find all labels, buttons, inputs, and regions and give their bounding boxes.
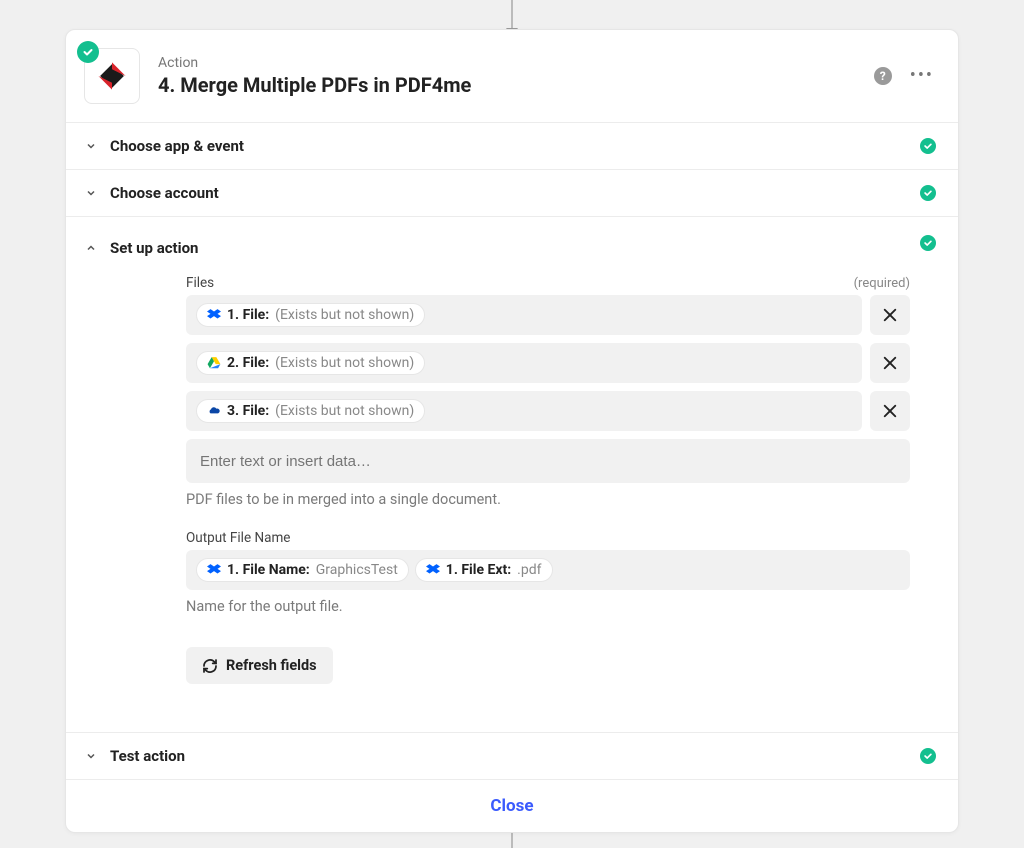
pill-value: (Exists but not shown) (275, 355, 414, 371)
files-label: Files (186, 275, 214, 291)
status-complete-icon (920, 235, 936, 251)
google-drive-icon (207, 356, 221, 370)
pill-label: 2. File: (227, 355, 269, 371)
file-row: 1. File: (Exists but not shown) (186, 295, 910, 335)
remove-file-button[interactable] (870, 295, 910, 335)
status-complete-icon (920, 138, 936, 154)
status-complete-icon (920, 748, 936, 764)
header-kicker: Action (158, 55, 874, 71)
file-input[interactable]: 3. File: (Exists but not shown) (186, 391, 862, 431)
chevron-down-icon (84, 140, 98, 152)
file-input[interactable]: 1. File: (Exists but not shown) (186, 295, 862, 335)
chevron-up-icon (84, 242, 98, 254)
data-pill[interactable]: 2. File: (Exists but not shown) (196, 351, 425, 375)
data-pill[interactable]: 1. File Ext: .pdf (415, 558, 553, 582)
data-pill[interactable]: 1. File: (Exists but not shown) (196, 303, 425, 327)
status-complete-icon (920, 185, 936, 201)
pill-value: (Exists but not shown) (275, 307, 414, 323)
section-setup-action: Set up action Files (required) 1. File: … (66, 216, 958, 732)
card-header: Action 4. Merge Multiple PDFs in PDF4me … (66, 30, 958, 122)
close-button[interactable]: Close (490, 796, 533, 816)
refresh-fields-button[interactable]: Refresh fields (186, 647, 333, 684)
pill-value: .pdf (517, 562, 541, 578)
dropbox-icon (207, 308, 221, 322)
required-label: (required) (854, 276, 910, 291)
section-title: Choose app & event (110, 137, 244, 155)
pill-value: (Exists but not shown) (275, 403, 414, 419)
output-label: Output File Name (186, 530, 290, 546)
section-title: Set up action (110, 239, 198, 257)
refresh-label: Refresh fields (226, 657, 317, 674)
data-pill[interactable]: 1. File Name: GraphicsTest (196, 558, 409, 582)
section-test-action[interactable]: Test action (66, 732, 958, 779)
more-menu-icon[interactable]: ••• (910, 67, 934, 85)
section-setup-header[interactable]: Set up action (84, 239, 910, 257)
files-helper: PDF files to be in merged into a single … (186, 491, 910, 508)
output-input[interactable]: 1. File Name: GraphicsTest 1. File Ext: … (186, 550, 910, 590)
section-choose-app[interactable]: Choose app & event (66, 122, 958, 169)
data-pill[interactable]: 3. File: (Exists but not shown) (196, 399, 425, 423)
output-row: 1. File Name: GraphicsTest 1. File Ext: … (186, 550, 910, 590)
pill-label: 1. File Name: (227, 562, 310, 578)
pdf4me-logo-icon (95, 59, 129, 93)
file-add-input[interactable] (186, 439, 910, 483)
file-row: 2. File: (Exists but not shown) (186, 343, 910, 383)
remove-file-button[interactable] (870, 391, 910, 431)
pill-label: 1. File Ext: (446, 562, 511, 578)
dropbox-icon (426, 563, 440, 577)
file-row-empty (186, 439, 910, 483)
header-title: 4. Merge Multiple PDFs in PDF4me (158, 73, 874, 97)
output-helper: Name for the output file. (186, 598, 910, 615)
pill-label: 3. File: (227, 403, 269, 419)
pill-value: GraphicsTest (316, 562, 398, 578)
refresh-icon (202, 658, 218, 674)
help-icon[interactable]: ? (874, 67, 892, 85)
section-title: Test action (110, 747, 185, 765)
card-footer: Close (66, 779, 958, 832)
section-choose-account[interactable]: Choose account (66, 169, 958, 216)
onedrive-icon (207, 404, 221, 418)
chevron-down-icon (84, 187, 98, 199)
status-check-icon (77, 41, 99, 63)
flow-arrow-top (511, 0, 513, 30)
dropbox-icon (207, 563, 221, 577)
app-logo (84, 48, 140, 104)
file-row: 3. File: (Exists but not shown) (186, 391, 910, 431)
remove-file-button[interactable] (870, 343, 910, 383)
file-input[interactable]: 2. File: (Exists but not shown) (186, 343, 862, 383)
section-title: Choose account (110, 184, 219, 202)
pill-label: 1. File: (227, 307, 269, 323)
action-card: Action 4. Merge Multiple PDFs in PDF4me … (65, 29, 959, 833)
chevron-down-icon (84, 750, 98, 762)
